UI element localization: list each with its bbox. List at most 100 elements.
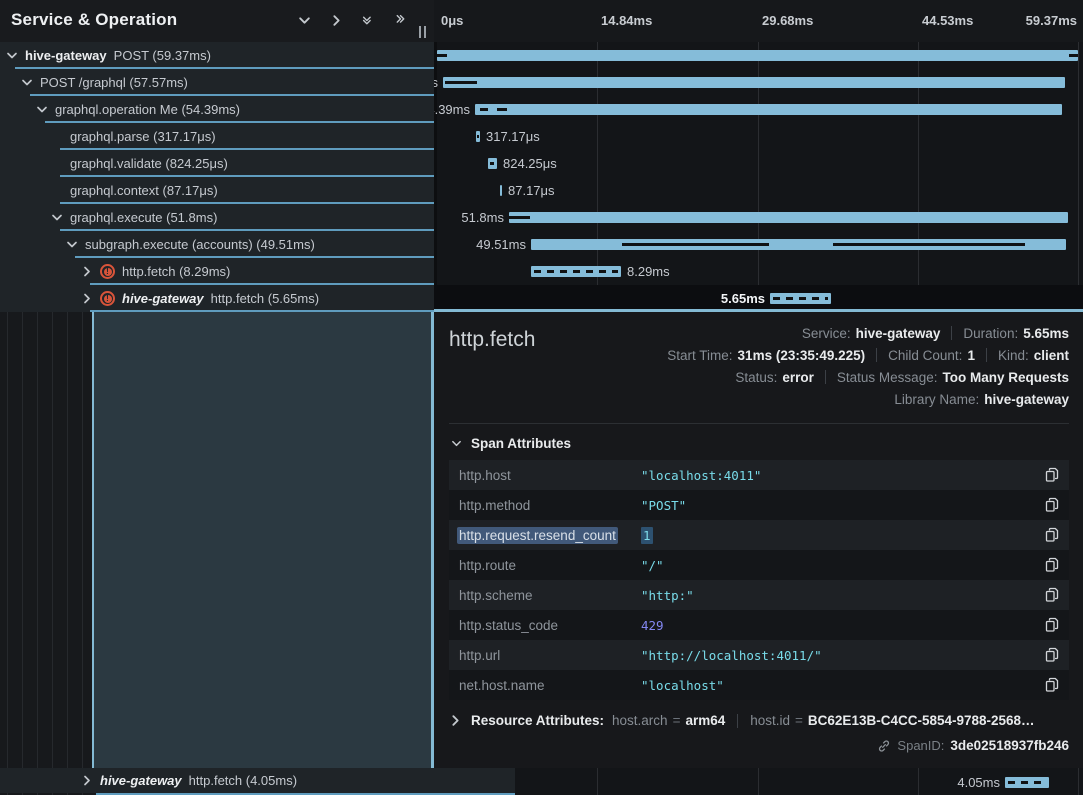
chevron-right-icon[interactable]	[329, 13, 344, 28]
span-bar[interactable]	[531, 266, 621, 277]
attribute-value: "POST"	[641, 498, 1041, 513]
timeline-row[interactable]: 54.39ms	[434, 96, 1083, 123]
meta-divider	[986, 348, 987, 362]
tree-row[interactable]: graphql.validate (824.25μs)	[0, 150, 434, 177]
chevron-right-icon[interactable]	[449, 714, 462, 727]
bar-duration-label: 49.51ms	[476, 231, 526, 258]
copy-icon[interactable]	[1041, 587, 1059, 603]
meta-value: hive-gateway	[984, 392, 1069, 407]
span-operation-label: graphql.context (87.17μs)	[70, 183, 218, 198]
resource-value: arm64	[685, 713, 725, 728]
double-chevron-right-icon[interactable]	[393, 13, 408, 28]
service-name: hive-gateway	[122, 291, 204, 306]
attribute-value: "/"	[641, 558, 1041, 573]
attribute-key: http.status_code	[459, 618, 641, 633]
bar-duration-label: 54.39ms	[434, 96, 470, 123]
span-operation-label: http.fetch (5.65ms)	[211, 291, 319, 306]
copy-icon[interactable]	[1041, 647, 1059, 663]
self-time-tick	[497, 108, 507, 111]
timeline-row[interactable]: 4.05ms	[434, 769, 1083, 795]
meta-divider	[951, 326, 952, 340]
equals-sign: =	[795, 713, 803, 728]
span-bar[interactable]	[500, 185, 502, 196]
meta-value: hive-gateway	[856, 326, 941, 341]
attribute-value: "http:"	[641, 588, 1041, 603]
tree-row[interactable]: POST /graphql (57.57ms)	[0, 69, 434, 96]
tree-row[interactable]: graphql.context (87.17μs)	[0, 177, 434, 204]
self-time-tick	[622, 243, 769, 246]
link-icon[interactable]	[877, 739, 891, 753]
span-bar[interactable]	[1005, 777, 1049, 788]
copy-icon[interactable]	[1041, 497, 1059, 513]
meta-label: Status:	[735, 370, 777, 385]
attribute-row[interactable]: http.method"POST"	[449, 490, 1069, 520]
chevron-down-icon[interactable]	[297, 13, 312, 28]
meta-label: Status Message:	[837, 370, 938, 385]
self-time-tick	[490, 162, 494, 165]
chevron-down-icon	[451, 438, 462, 449]
span-bar[interactable]	[770, 293, 831, 304]
copy-icon[interactable]	[1041, 467, 1059, 483]
span-bar[interactable]	[475, 104, 1062, 115]
tree-row[interactable]: hive-gateway http.fetch (5.65ms)	[0, 285, 434, 312]
span-attributes-title: Span Attributes	[471, 436, 571, 451]
resource-key: host.arch	[612, 713, 668, 728]
tree-row[interactable]: hive-gatewayPOST (59.37ms)	[0, 42, 434, 69]
attribute-key: http.route	[459, 558, 641, 573]
tree-row[interactable]: subgraph.execute (accounts) (49.51ms)	[0, 231, 434, 258]
meta-value: 5.65ms	[1023, 326, 1069, 341]
chevron-right-icon[interactable]	[81, 265, 93, 278]
meta-label: Service:	[802, 326, 851, 341]
copy-icon[interactable]	[1041, 557, 1059, 573]
chevron-right-icon[interactable]	[81, 774, 93, 787]
timeline-row[interactable]: 59.37ms	[434, 42, 1083, 69]
copy-icon[interactable]	[1041, 677, 1059, 693]
span-bar[interactable]	[437, 50, 1078, 61]
span-id-label: SpanID:	[897, 738, 944, 753]
meta-label: Duration:	[963, 326, 1018, 341]
equals-sign: =	[673, 713, 681, 728]
resource-attributes-row[interactable]: Resource Attributes:host.arch=arm64host.…	[449, 713, 1069, 728]
tree-row[interactable]: graphql.parse (317.17μs)	[0, 123, 434, 150]
double-chevron-down-icon[interactable]	[361, 13, 376, 28]
span-operation-label: subgraph.execute (accounts) (49.51ms)	[85, 237, 315, 252]
error-icon	[100, 264, 115, 279]
attribute-row[interactable]: http.status_code429	[449, 610, 1069, 640]
timeline-row[interactable]: 51.8ms	[434, 204, 1083, 231]
timeline-row[interactable]: 8.29ms	[434, 258, 1083, 285]
tree-row[interactable]: graphql.operation Me (54.39ms)	[0, 96, 434, 123]
timeline-row[interactable]: 5.65ms	[434, 285, 1083, 312]
meta-divider	[825, 370, 826, 384]
panel-title: Service & Operation	[11, 10, 177, 30]
tree-row[interactable]: graphql.execute (51.8ms)	[0, 204, 434, 231]
timeline-row[interactable]: 57.57ms	[434, 69, 1083, 96]
attribute-row[interactable]: net.host.name"localhost"	[449, 670, 1069, 700]
span-bar[interactable]	[509, 212, 1068, 223]
attribute-key: net.host.name	[459, 678, 641, 693]
attribute-row[interactable]: http.route"/"	[449, 550, 1069, 580]
copy-icon[interactable]	[1041, 617, 1059, 633]
attribute-row[interactable]: http.scheme"http:"	[449, 580, 1069, 610]
chevron-down-icon[interactable]	[51, 211, 63, 224]
chevron-down-icon[interactable]	[6, 49, 18, 62]
tree-row[interactable]: http.fetch (8.29ms)	[0, 258, 434, 285]
chevron-down-icon[interactable]	[36, 103, 48, 116]
panel-resize-handle[interactable]	[419, 26, 428, 38]
tree-header: Service & Operation	[0, 0, 434, 42]
attribute-row[interactable]: http.request.resend_count1	[449, 520, 1069, 550]
span-attributes-toggle[interactable]: Span Attributes	[451, 436, 1069, 451]
chevron-right-icon[interactable]	[81, 292, 93, 305]
copy-icon[interactable]	[1041, 527, 1059, 543]
tree-row-collapsed-sibling[interactable]: hive-gatewayhttp.fetch (4.05ms)	[0, 768, 515, 793]
timeline-row[interactable]: 49.51ms	[434, 231, 1083, 258]
chevron-down-icon[interactable]	[21, 76, 33, 89]
span-operation-label: http.fetch (4.05ms)	[189, 773, 297, 788]
attribute-row[interactable]: http.url"http://localhost:4011/"	[449, 640, 1069, 670]
span-bar[interactable]	[443, 77, 1065, 88]
timeline-row[interactable]: 87.17μs	[434, 177, 1083, 204]
chevron-down-icon[interactable]	[66, 238, 78, 251]
span-detail-panel: http.fetch Service:hive-gatewayDuration:…	[434, 309, 1083, 768]
timeline-row[interactable]: 317.17μs	[434, 123, 1083, 150]
attribute-row[interactable]: http.host"localhost:4011"	[449, 460, 1069, 490]
timeline-row[interactable]: 824.25μs	[434, 150, 1083, 177]
